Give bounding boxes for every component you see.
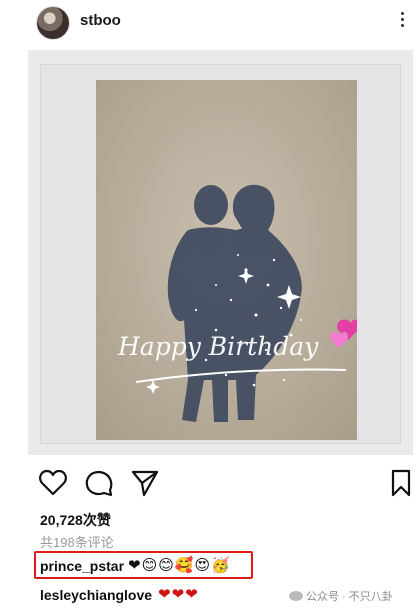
wechat-icon — [289, 591, 303, 601]
username[interactable]: stboo — [80, 12, 121, 29]
bookmark-icon[interactable] — [387, 468, 417, 498]
comment-username[interactable]: lesleychianglove — [40, 587, 152, 603]
view-comments-link[interactable]: 共198条评论 — [40, 532, 114, 551]
post-photo[interactable]: Happy Birthday — [96, 80, 357, 440]
post-header: stboo — [0, 0, 419, 48]
avatar[interactable] — [36, 6, 70, 40]
paper-plane-icon[interactable] — [130, 468, 160, 498]
photo-caption-text: Happy Birthday — [117, 332, 319, 361]
more-options-icon[interactable] — [400, 12, 406, 32]
heart-outline-icon[interactable] — [38, 468, 68, 498]
comment-text: ❤❤❤ — [158, 586, 199, 603]
comment-text: ❤😊😊🥰😍🥳 — [128, 557, 231, 574]
watermark: 公众号 · 不只八卦 — [285, 587, 397, 605]
action-bar — [0, 460, 419, 508]
comment-bubble-icon[interactable] — [84, 468, 114, 498]
comment-username[interactable]: prince_pstar — [40, 558, 124, 574]
likes-count[interactable]: 20,728次赞 — [40, 510, 111, 530]
watermark-text: 公众号 · 不只八卦 — [306, 591, 393, 603]
